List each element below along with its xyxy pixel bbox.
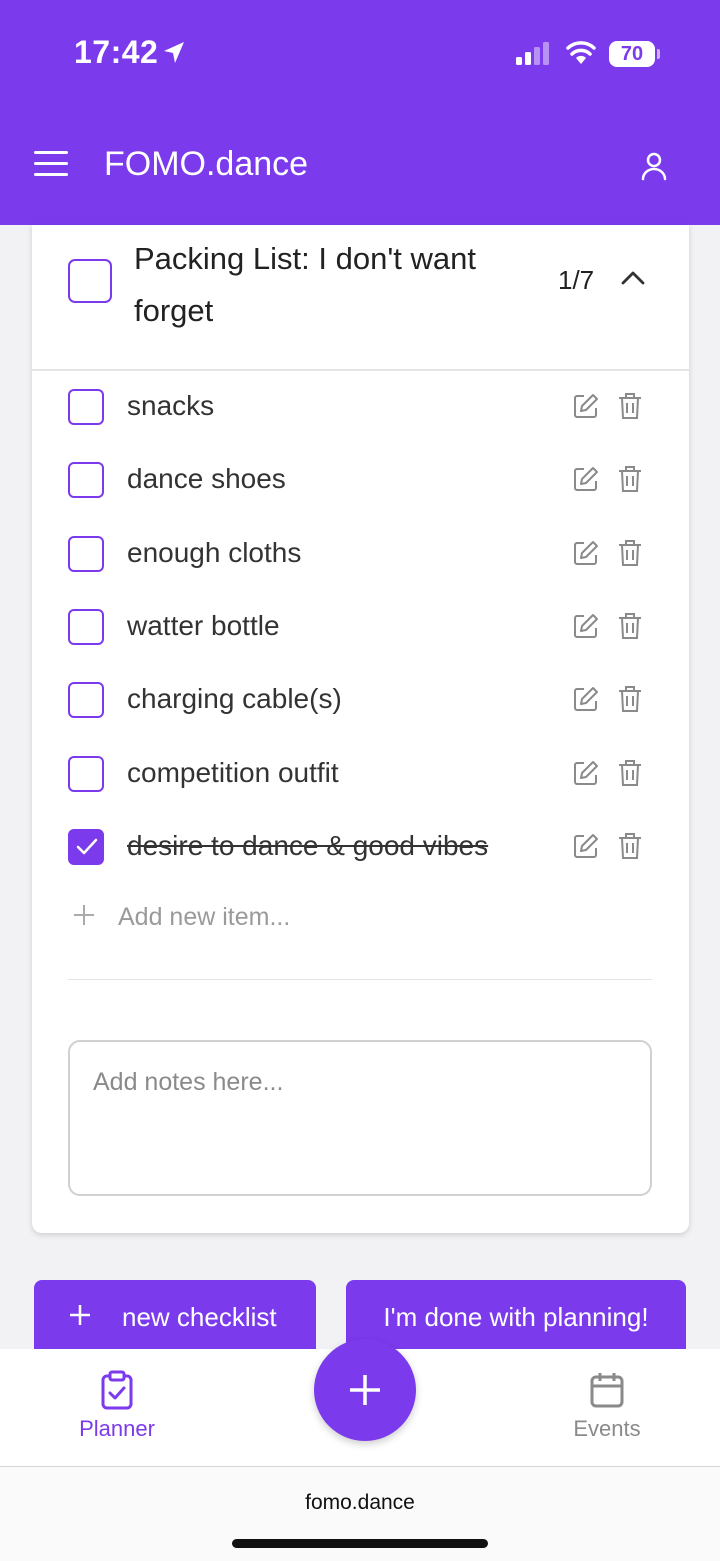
checklist-checkbox[interactable] [68, 259, 112, 303]
edit-icon[interactable] [572, 832, 600, 860]
trash-icon[interactable] [617, 758, 643, 788]
item-checkbox[interactable] [68, 535, 104, 572]
checklist-card: Packing List: I don't want forget 1/7 sn… [32, 225, 689, 1233]
calendar-icon [590, 1373, 624, 1408]
item-label: desire to dance & good vibes [127, 829, 489, 861]
card-divider [32, 369, 689, 371]
checklist-item: watter bottle [32, 597, 689, 657]
checklist-title: Packing List: I don't want forget [134, 241, 476, 328]
top-bar: 17:42 70 FOMO.dance [0, 0, 720, 225]
chevron-up-icon[interactable] [620, 269, 646, 287]
trash-icon[interactable] [617, 538, 643, 568]
nav-planner-label: Planner [79, 1416, 155, 1441]
edit-icon[interactable] [572, 392, 600, 420]
home-indicator [232, 1539, 488, 1548]
plus-icon [70, 1305, 90, 1325]
edit-icon[interactable] [572, 612, 600, 640]
checklist-item: snacks [32, 377, 689, 437]
plus-icon[interactable] [72, 903, 96, 927]
item-label: snacks [127, 390, 215, 421]
trash-icon[interactable] [617, 831, 643, 861]
item-label: dance shoes [127, 463, 286, 495]
notes-field[interactable] [68, 1040, 652, 1196]
nav-events[interactable]: Events [556, 1349, 658, 1466]
checklist-progress-count: 1/7 [558, 265, 595, 295]
done-planning-button[interactable]: I'm done with planning! [346, 1280, 686, 1350]
checklist-item: enough cloths [32, 524, 689, 584]
item-checkbox[interactable] [68, 462, 104, 499]
checklist-item: competition outfit [32, 744, 689, 804]
item-label: enough cloths [127, 536, 302, 568]
item-label: watter bottle [127, 609, 280, 641]
location-arrow-icon [164, 42, 184, 63]
app-title: FOMO.dance [104, 145, 309, 183]
battery-level: 70 [620, 43, 644, 65]
edit-icon[interactable] [572, 465, 600, 493]
new-checklist-label: new checklist [122, 1302, 277, 1332]
browser-url-bar: fomo.dance [0, 1466, 720, 1561]
checklist-item: desire to dance & good vibes [32, 817, 689, 877]
battery-icon: 70 [609, 41, 655, 67]
trash-icon[interactable] [617, 391, 643, 421]
battery-nub [657, 49, 660, 59]
checklist-item: charging cable(s) [32, 670, 689, 730]
edit-icon[interactable] [572, 685, 600, 713]
cellular-signal-icon [516, 42, 549, 65]
trash-icon[interactable] [617, 611, 643, 641]
trash-icon[interactable] [617, 464, 643, 494]
edit-icon[interactable] [572, 539, 600, 567]
user-icon[interactable] [638, 150, 670, 182]
hamburger-menu-icon[interactable] [34, 151, 68, 181]
add-item-input[interactable] [118, 895, 518, 939]
trash-icon[interactable] [617, 684, 643, 714]
clipboard-check-icon [101, 1370, 133, 1410]
wifi-icon [566, 41, 596, 64]
done-planning-label: I'm done with planning! [383, 1302, 649, 1332]
checklist-item: dance shoes [32, 450, 689, 510]
plus-icon [350, 1375, 380, 1405]
add-fab-button[interactable] [314, 1339, 416, 1441]
edit-icon[interactable] [572, 759, 600, 787]
item-label: competition outfit [127, 756, 339, 788]
item-checkbox[interactable] [68, 389, 104, 425]
item-checkbox[interactable] [68, 682, 104, 719]
item-checkbox[interactable] [68, 608, 104, 645]
item-checkbox[interactable] [68, 755, 104, 792]
status-time: 17:42 [74, 34, 159, 70]
checkmark-icon [76, 838, 98, 855]
new-checklist-button[interactable]: new checklist [34, 1280, 316, 1350]
nav-planner[interactable]: Planner [60, 1349, 174, 1466]
divider [68, 979, 652, 980]
item-checkbox[interactable] [68, 828, 104, 865]
url-text[interactable]: fomo.dance [0, 1491, 720, 1515]
item-label: charging cable(s) [127, 683, 342, 715]
nav-events-label: Events [573, 1416, 641, 1441]
